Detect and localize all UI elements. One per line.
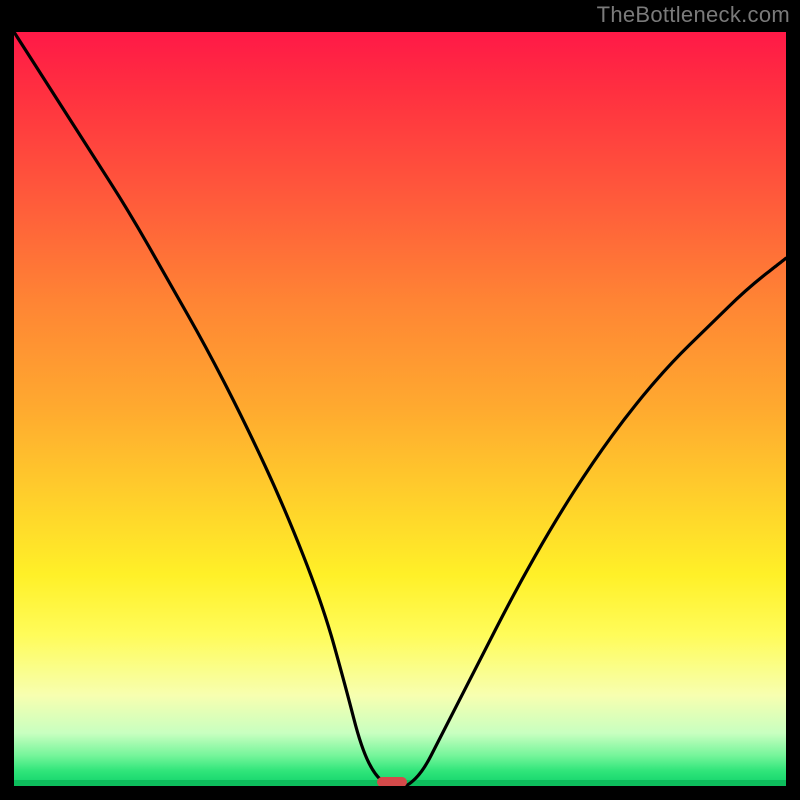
chart-stage: TheBottleneck.com <box>0 0 800 800</box>
curve-svg <box>14 32 786 786</box>
minimum-marker <box>377 777 407 786</box>
plot-area <box>14 32 786 786</box>
watermark-text: TheBottleneck.com <box>597 2 790 28</box>
bottleneck-curve-path <box>14 32 786 786</box>
